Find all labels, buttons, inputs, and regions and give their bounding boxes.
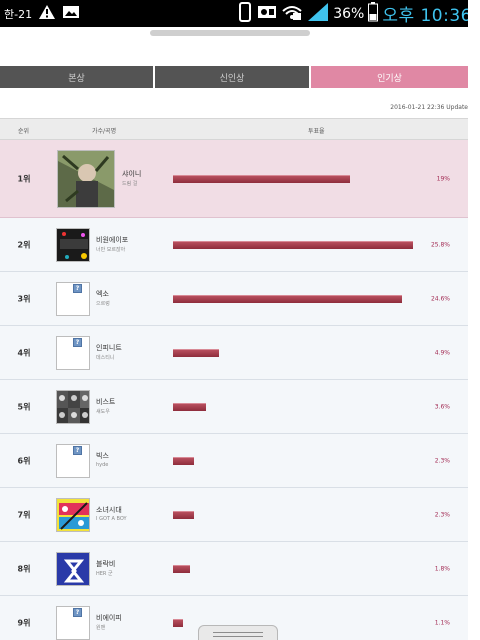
broken-image-icon: ?	[73, 283, 82, 293]
header-artist: 가수/곡명	[92, 128, 117, 135]
handle-line	[213, 636, 263, 637]
vote-bar	[173, 240, 413, 249]
table-header: 순위 가수/곡명 투표율	[0, 118, 468, 140]
image-placeholder: ?	[56, 443, 90, 478]
vote-percent: 24.6%	[430, 295, 450, 302]
ranking-table: 순위 가수/곡명 투표율 1위 샤이니 드림 걸 19% 2위 비원에이포 너만…	[0, 118, 468, 640]
vote-percent: 19%	[436, 175, 450, 182]
carrier-label: 한-21	[4, 7, 33, 21]
song-title: 드림 걸	[122, 180, 138, 187]
vote-bar	[173, 174, 350, 183]
table-row[interactable]: 2위 비원에이포 너만 모르잖아 25.8%	[0, 218, 468, 272]
award-tabs: 본상 신인상 인기상	[0, 66, 480, 88]
tab-label: 인기상	[377, 73, 402, 84]
artist-name: 블락비	[96, 559, 116, 568]
gallery-icon	[62, 4, 80, 24]
vote-percent: 4.9%	[434, 349, 450, 356]
broken-image-icon: ?	[73, 337, 82, 347]
rank-label: 5위	[17, 402, 31, 411]
image-placeholder: ?	[56, 281, 90, 316]
rank-label: 7위	[17, 510, 31, 519]
tab-main-award[interactable]: 본상	[0, 66, 153, 88]
vote-percent: 3.6%	[434, 403, 450, 410]
song-title: hyde	[96, 461, 109, 468]
artist-name: 비원에이포	[96, 235, 129, 244]
rank-label: 8위	[17, 564, 31, 573]
header-content	[0, 27, 468, 57]
battery-icon	[368, 1, 379, 26]
table-row[interactable]: 6위 ? 빅스 hyde 2.3%	[0, 434, 468, 488]
status-bar: 한-21 36% 오후 10:36	[0, 0, 480, 27]
rank-label: 9위	[17, 618, 31, 627]
song-title: 원맨	[96, 624, 106, 631]
artist-name: 비에이피	[96, 613, 122, 622]
artist-name: 샤이니	[122, 169, 142, 178]
album-cover-image	[57, 149, 115, 208]
clock: 오후 10:36	[382, 6, 472, 26]
song-title: I GOT A BOY	[96, 515, 127, 522]
header-votes: 투표율	[308, 128, 325, 135]
table-row[interactable]: 3위 ? 엑소 으르렁 24.6%	[0, 272, 468, 326]
vote-bar	[173, 564, 190, 573]
rank-label: 3위	[17, 294, 31, 303]
album-cover-image	[56, 227, 90, 262]
header-text-cutoff	[150, 30, 310, 36]
vote-percent: 25.8%	[430, 241, 450, 248]
table-row[interactable]: 5위 비스트 섀도우 3.6%	[0, 380, 468, 434]
rank-label: 1위	[17, 174, 31, 183]
artist-name: 비스트	[96, 397, 116, 406]
song-title: 데스티니	[96, 354, 115, 361]
broken-image-icon: ?	[73, 445, 82, 455]
header-rank: 순위	[18, 128, 30, 135]
vcard-icon	[257, 4, 277, 24]
artist-name: 빅스	[96, 451, 109, 460]
handle-line	[213, 632, 263, 633]
phone-icon	[237, 1, 253, 26]
battery-percent: 36%	[333, 5, 365, 22]
signal-icon	[307, 2, 329, 26]
table-row[interactable]: 7위 소녀시대 I GOT A BOY 2.3%	[0, 488, 468, 542]
vote-percent: 2.3%	[434, 511, 450, 518]
vote-percent: 1.1%	[434, 619, 450, 626]
tab-rookie-award[interactable]: 신인상	[155, 66, 309, 88]
vote-bar	[173, 456, 195, 465]
table-row[interactable]: 1위 샤이니 드림 걸 19%	[0, 140, 468, 218]
wifi-icon	[281, 3, 303, 25]
rank-label: 6위	[17, 456, 31, 465]
table-row[interactable]: 4위 ? 인피니트 데스티니 4.9%	[0, 326, 468, 380]
vote-bar	[173, 402, 207, 411]
table-row[interactable]: 8위 블락비 HER 군 1.8%	[0, 542, 468, 596]
update-timestamp: 2016-01-21 22:36 Update	[390, 104, 468, 111]
album-cover-image	[56, 497, 90, 532]
page-header-strip	[0, 27, 480, 57]
artist-name: 소녀시대	[96, 505, 122, 514]
broken-image-icon: ?	[73, 607, 82, 617]
vote-bar	[173, 510, 195, 519]
artist-name: 엑소	[96, 289, 109, 298]
vote-percent: 2.3%	[434, 457, 450, 464]
warning-icon	[38, 4, 56, 24]
page-right-gutter	[468, 0, 480, 640]
tab-label: 신인상	[219, 73, 245, 84]
image-placeholder: ?	[56, 605, 90, 640]
tab-label: 본상	[68, 73, 85, 84]
group-photo-image	[56, 389, 90, 424]
song-title: HER 군	[96, 570, 113, 577]
song-title: 으르렁	[96, 300, 110, 307]
rank-label: 2위	[17, 240, 31, 249]
song-title: 너만 모르잖아	[96, 246, 126, 253]
vote-bar	[173, 348, 219, 357]
vote-bar	[173, 618, 184, 627]
vote-percent: 1.8%	[434, 565, 450, 572]
vote-bar	[173, 294, 402, 303]
bottom-menu-handle[interactable]	[198, 625, 278, 640]
group-logo-image	[56, 551, 90, 586]
song-title: 섀도우	[96, 408, 110, 415]
rank-label: 4위	[17, 348, 31, 357]
artist-name: 인피니트	[96, 343, 122, 352]
image-placeholder: ?	[56, 335, 90, 370]
tab-popularity-award[interactable]: 인기상	[311, 66, 468, 88]
